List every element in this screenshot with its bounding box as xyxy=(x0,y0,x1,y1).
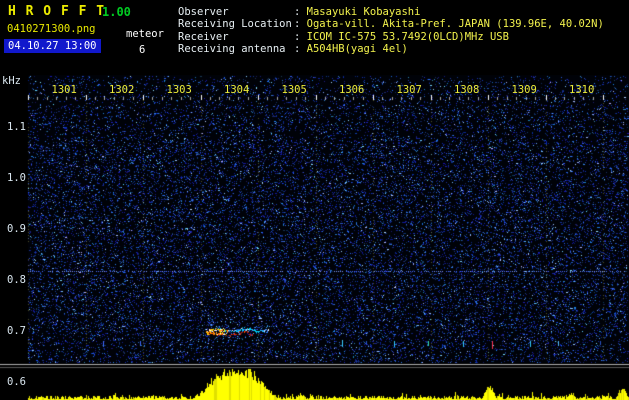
info-label: Receiver xyxy=(178,30,229,43)
info-value: A504HB(yagi 4el) xyxy=(306,42,408,55)
hrofft-window: H R O F F T 1.00 0410271300.png meteor 0… xyxy=(0,0,629,400)
info-row-2: Receiver: ICOM IC-575 53.7492(0LCD)MHz U… xyxy=(178,31,604,43)
info-row-1: Receiving Location: Ogata-vill. Akita-Pr… xyxy=(178,18,604,30)
info-label: Observer xyxy=(178,6,229,18)
app-title: H R O F F T xyxy=(8,4,106,19)
mode-label: meteor xyxy=(126,28,164,40)
info-colon: : xyxy=(294,18,307,31)
meteor-count: 6 xyxy=(139,44,146,56)
info-value: Masayuki Kobayashi xyxy=(306,6,421,18)
info-row-3: Receiving antenna: A504HB(yagi 4el) xyxy=(178,43,604,55)
info-label: Receiving antenna xyxy=(178,42,286,55)
info-value: ICOM IC-575 53.7492(0LCD)MHz USB xyxy=(306,30,509,43)
header-bar: H R O F F T 1.00 0410271300.png meteor 0… xyxy=(0,0,629,75)
info-colon: : xyxy=(294,6,307,18)
info-colon: : xyxy=(294,30,307,43)
datetime-badge: 04.10.27 13:00 xyxy=(4,39,101,53)
info-row-0: Observer: Masayuki Kobayashi xyxy=(178,6,604,18)
info-value: Ogata-vill. Akita-Pref. JAPAN (139.96E, … xyxy=(306,18,604,31)
station-info: Observer: Masayuki Kobayashi Receiving Lo… xyxy=(178,6,604,55)
info-label: Receiving Location xyxy=(178,18,292,31)
app-version: 1.00 xyxy=(102,5,131,19)
output-filename: 0410271300.png xyxy=(7,23,96,35)
info-colon: : xyxy=(294,42,307,55)
